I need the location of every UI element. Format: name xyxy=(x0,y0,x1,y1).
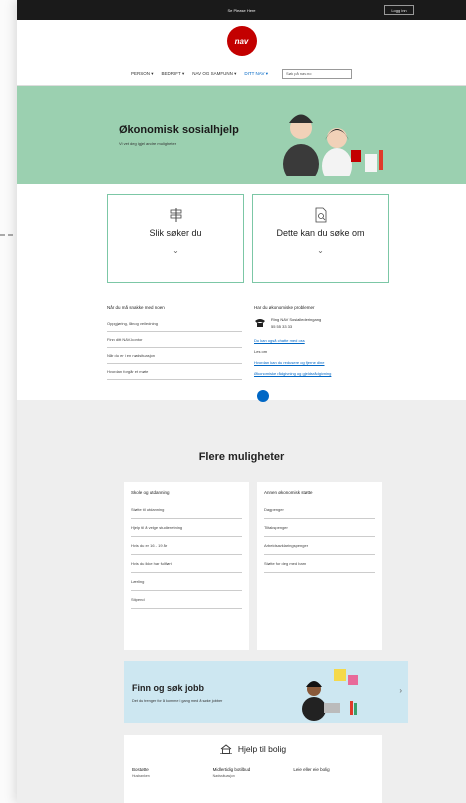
list-item[interactable]: Hvis du ikke har fullført xyxy=(131,555,242,573)
phone-block: Ring NAV Sosiallederingang 55 55 33 33 xyxy=(254,316,389,330)
bolig-item[interactable]: Bostøtte Husbanken xyxy=(132,766,213,780)
list-item[interactable]: Hvordan forgår et møte xyxy=(107,364,242,380)
list-item[interactable]: Tiltakspenger xyxy=(264,519,375,537)
nav-logo[interactable]: nav xyxy=(226,26,257,56)
card-title: Dette kan du søke om xyxy=(276,228,365,238)
reduce-debt-link[interactable]: Hvordan kan du redusere og fjerne dine xyxy=(254,360,389,365)
page-title: Økonomisk sosialhjelp xyxy=(119,124,239,136)
list-item[interactable]: Lærling xyxy=(131,573,242,591)
list-item[interactable]: Støtte til utdanning xyxy=(131,501,242,519)
hero-subtitle: Vi vet deg igjel andre muligheter xyxy=(119,141,177,146)
signpost-icon xyxy=(170,208,181,222)
list-item[interactable]: Hvis du er 16 - 19 år xyxy=(131,537,242,555)
bolig-title: Hjelp til bolig xyxy=(237,744,287,754)
jobb-subtitle: Det du trenger for å komme i gang med å … xyxy=(132,699,223,703)
house-icon xyxy=(219,744,232,754)
card-slik-soker-du[interactable]: Slik søker du ⌄ xyxy=(107,194,244,283)
main-nav: PERSON ▾ BEDRIFT ▾ NAV OG SAMFUNN ▾ DITT… xyxy=(17,62,466,86)
nav-item-bedrift[interactable]: BEDRIFT ▾ xyxy=(162,71,185,77)
chevron-right-icon: › xyxy=(399,686,402,695)
chevron-down-icon: ⌄ xyxy=(317,246,324,255)
bolig-box: Hjelp til bolig Bostøtte Husbanken Midle… xyxy=(124,735,382,803)
skole-box: Skole og utdanning Støtte til utdanning … xyxy=(124,482,249,650)
list-item[interactable]: Oppgjøring, lånog veiledning xyxy=(107,316,242,332)
les-om-label: Les om xyxy=(254,349,268,354)
top-bar-label: Se Please Here xyxy=(227,7,256,13)
bolig-item[interactable]: Leie eller eie bolig xyxy=(293,766,374,780)
logo-row: nav xyxy=(17,20,466,62)
top-bar: Se Please Here Logg inn xyxy=(17,0,466,20)
chevron-down-icon: ⌄ xyxy=(172,246,179,255)
section-title: Flere muligheter xyxy=(198,451,285,463)
phone-number[interactable]: 55 55 33 33 xyxy=(271,323,321,330)
contact-right-heading: Har du økonomiske problemer xyxy=(254,305,315,310)
phone-icon xyxy=(255,319,265,327)
document-search-icon xyxy=(315,207,326,223)
card-dette-kan-du-soke-om[interactable]: Dette kan du søke om ⌄ xyxy=(252,194,389,283)
list-item[interactable]: Finn ditt NAV-kontor xyxy=(107,332,242,348)
contact-left-heading: Når du må snakke med noen xyxy=(107,305,165,310)
contact-right: Har du økonomiske problemer Ring NAV Sos… xyxy=(254,305,389,382)
list-item[interactable]: Når du er i en nødsituasjon xyxy=(107,348,242,364)
chat-link[interactable]: Du kan også chatte med oss xyxy=(254,338,389,343)
option-lists: Skole og utdanning Støtte til utdanning … xyxy=(124,482,382,650)
browser-frame: Se Please Here Logg inn nav PERSON ▾ BED… xyxy=(17,0,466,803)
hero-banner: Økonomisk sosialhjelp Vi vet deg igjel a… xyxy=(17,86,466,184)
contact-section: Når du må snakke med noen Oppgjøring, lå… xyxy=(107,305,389,382)
bolig-item[interactable]: Midlertidig botilbud Nødssituasjon xyxy=(213,766,294,780)
skole-heading: Skole og utdanning xyxy=(131,490,170,495)
list-item[interactable]: Hjelp til å velge studieretning xyxy=(131,519,242,537)
nav-item-ditt-nav[interactable]: DITT NAV ▾ xyxy=(244,71,268,77)
nav-item-nav-og-samfunn[interactable]: NAV OG SAMFUNN ▾ xyxy=(192,71,236,77)
jobb-banner[interactable]: Finn og søk jobb Det du trenger for å ko… xyxy=(124,661,408,723)
login-button[interactable]: Logg inn xyxy=(384,5,414,15)
list-item[interactable]: Stipend xyxy=(131,591,242,609)
nav-item-person[interactable]: PERSON ▾ xyxy=(131,71,154,77)
search-input[interactable]: Søk på nav.no xyxy=(282,68,352,79)
contact-left: Når du må snakke med noen Oppgjøring, lå… xyxy=(107,305,242,382)
people-illustration xyxy=(283,114,383,176)
card-title: Slik søker du xyxy=(149,228,202,238)
scroll-down-icon[interactable] xyxy=(257,390,269,402)
list-item[interactable]: Støtte for deg med barn xyxy=(264,555,375,573)
list-item[interactable]: Arbeidsavklaringspenger xyxy=(264,537,375,555)
list-item[interactable]: Dagpenger xyxy=(264,501,375,519)
page: Se Please Here Logg inn nav PERSON ▾ BED… xyxy=(0,0,466,803)
action-cards: Slik søker du ⌄ Dette kan du søke om ⌄ xyxy=(107,194,389,283)
annen-box: Annen økonomisk støtte Dagpenger Tiltaks… xyxy=(257,482,382,650)
job-seeker-illustration xyxy=(302,669,358,721)
debt-advice-link[interactable]: Økonomiske rådgivning og gjeldsrådgivnin… xyxy=(254,371,389,376)
annen-heading: Annen økonomisk støtte xyxy=(264,490,313,495)
phone-label: Ring NAV Sosiallederingang xyxy=(271,317,322,322)
jobb-title: Finn og søk jobb xyxy=(132,683,204,693)
